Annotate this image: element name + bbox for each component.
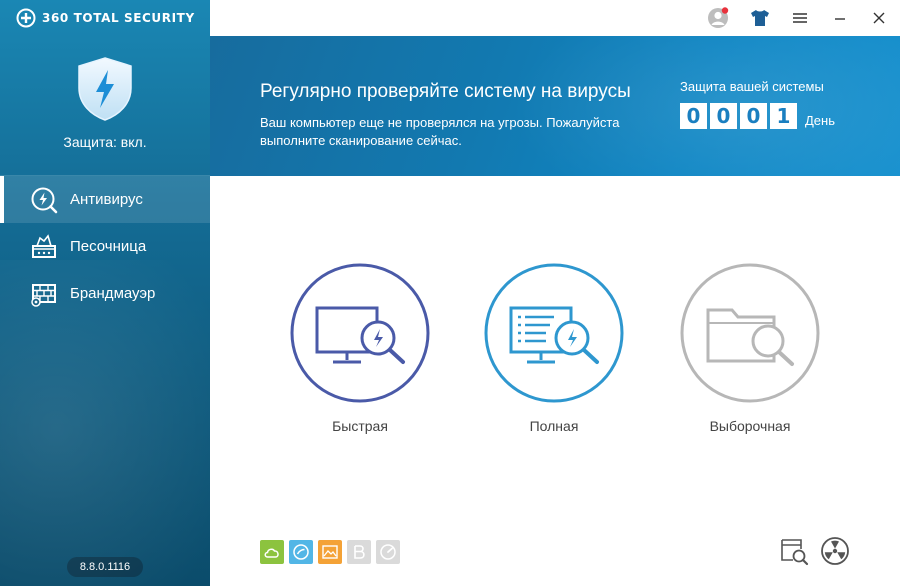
full-scan-button[interactable]: Полная — [474, 263, 634, 448]
day-digit: 0 — [710, 103, 737, 129]
menu-icon — [793, 13, 807, 23]
quarantine-button[interactable] — [779, 536, 809, 566]
days-unit: День — [805, 113, 835, 128]
gauge-tool-button[interactable] — [376, 540, 400, 564]
sidebar-item-label: Песочница — [70, 238, 147, 255]
radiation-button[interactable] — [820, 536, 850, 566]
protection-status: Защита: вкл. — [63, 134, 147, 150]
gauge-icon — [380, 544, 396, 560]
cloud-tool-button[interactable] — [260, 540, 284, 564]
protection-days-counter: 0 0 0 1 День — [680, 103, 835, 129]
day-digit: 1 — [770, 103, 797, 129]
radiation-icon — [821, 537, 849, 565]
scan-label: Выборочная — [709, 418, 791, 434]
close-button[interactable] — [867, 6, 891, 30]
cloud-icon — [264, 548, 279, 558]
version-badge: 8.8.0.1116 — [67, 557, 143, 577]
sidebar-nav: Антивирус Песочница Брандмауэр — [0, 175, 210, 317]
titlebar — [210, 0, 900, 36]
menu-button[interactable] — [788, 6, 812, 30]
skin-shirt-icon — [751, 10, 769, 26]
speedup-tool-button[interactable] — [289, 540, 313, 564]
protection-days-label: Защита вашей системы — [680, 79, 824, 94]
sidebar-item-label: Брандмауэр — [70, 285, 156, 302]
minimize-button[interactable] — [828, 6, 852, 30]
image-icon — [322, 545, 338, 559]
browser-tool-button[interactable] — [347, 540, 371, 564]
scan-label: Быстрая — [332, 418, 388, 434]
custom-scan-icon — [680, 263, 820, 403]
close-icon — [873, 12, 885, 24]
skin-button[interactable] — [748, 6, 772, 30]
antivirus-icon — [31, 187, 58, 213]
sidebar-item-sandbox[interactable]: Песочница — [0, 223, 210, 270]
scan-label: Полная — [529, 418, 579, 434]
sandbox-icon — [32, 233, 56, 258]
brand-logo-icon — [16, 8, 36, 28]
sidebar: 360 TOTAL SECURITY Защита: вкл. Антивиру… — [0, 0, 210, 586]
user-avatar-button[interactable] — [706, 6, 730, 30]
user-avatar-icon — [708, 7, 729, 28]
tools-bar — [260, 540, 400, 564]
quick-scan-icon — [290, 263, 430, 403]
shield-icon — [78, 57, 132, 121]
image-tool-button[interactable] — [318, 540, 342, 564]
banner-title: Регулярно проверяйте систему на вирусы — [260, 81, 631, 102]
letter-b-icon — [354, 545, 365, 559]
day-digit: 0 — [680, 103, 707, 129]
status-banner: Регулярно проверяйте систему на вирусы В… — [210, 36, 900, 176]
quarantine-search-icon — [781, 539, 809, 566]
sidebar-item-firewall[interactable]: Брандмауэр — [0, 270, 210, 317]
firewall-icon — [31, 283, 56, 307]
minimize-icon — [835, 18, 845, 20]
custom-scan-button[interactable]: Выборочная — [670, 263, 830, 448]
speedometer-icon — [293, 544, 309, 560]
full-scan-icon — [484, 263, 624, 403]
day-digit: 0 — [740, 103, 767, 129]
sidebar-item-antivirus[interactable]: Антивирус — [0, 176, 210, 223]
quick-scan-button[interactable]: Быстрая — [280, 263, 440, 448]
banner-subtitle: Ваш компьютер еще не проверялся на угроз… — [260, 115, 620, 148]
sidebar-item-label: Антивирус — [70, 191, 143, 208]
brand: 360 TOTAL SECURITY — [16, 8, 195, 28]
brand-name: 360 TOTAL SECURITY — [42, 11, 195, 25]
